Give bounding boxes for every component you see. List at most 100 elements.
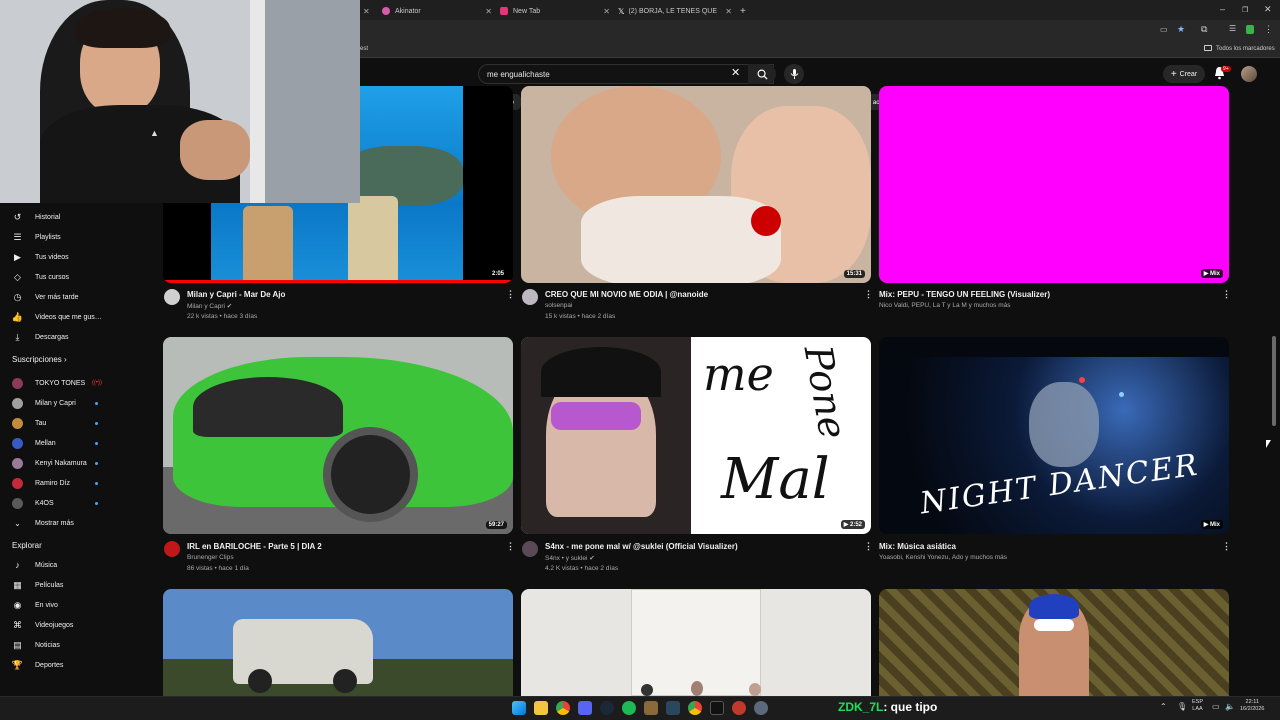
search-input[interactable]: me engualichaste — [478, 64, 774, 84]
browser-tab-new[interactable]: New Tab ✕ — [496, 2, 614, 20]
sidebar-item-descargas[interactable]: ⤓ Descargas — [0, 327, 150, 347]
video-thumbnail[interactable] — [521, 589, 871, 696]
cast-icon[interactable]: ▭ — [1160, 25, 1168, 34]
language-indicator[interactable]: ESP LAA — [1192, 699, 1203, 713]
search-button[interactable] — [748, 64, 776, 84]
video-thumbnail[interactable]: 59:27 — [163, 337, 513, 534]
akinator-favicon-icon — [382, 7, 390, 15]
browser-tab-x[interactable]: 𝕏 (2) BORJA, LE TENES QUE PEG… ✕ — [614, 2, 736, 20]
close-tab-icon[interactable]: ✕ — [485, 7, 492, 16]
channel-avatar[interactable] — [522, 289, 538, 305]
windows-start-icon[interactable] — [512, 701, 526, 715]
tray-chevron-icon[interactable]: ⌃ — [1160, 702, 1167, 711]
channel-name[interactable]: S4nx • y suklei ✔ — [545, 554, 595, 562]
volume-icon[interactable]: 🔈 — [1225, 702, 1235, 711]
tab-title: (2) BORJA, LE TENES QUE PEG… — [628, 7, 718, 15]
video-thumbnail[interactable]: NIGHT DANCER ▶ Mix — [879, 337, 1229, 534]
menu-list-icon[interactable]: ☰ — [1229, 24, 1236, 33]
voice-search-button[interactable] — [784, 64, 804, 84]
channel-avatar[interactable] — [164, 289, 180, 305]
network-icon[interactable]: ▭ — [1212, 702, 1220, 711]
chrome-active-icon[interactable] — [688, 701, 702, 715]
show-more-button[interactable]: ⌄ Mostrar más — [0, 513, 150, 533]
thumb-art — [749, 683, 761, 696]
close-window-button[interactable]: ✕ — [1264, 4, 1272, 15]
sidebar-subscription[interactable]: Mellan — [0, 433, 150, 453]
sidebar-subscription[interactable]: Ramiro Díz — [0, 473, 150, 493]
system-clock[interactable]: 22:11 16/2/2026 — [1240, 699, 1264, 713]
clear-search-icon[interactable]: ✕ — [731, 66, 740, 79]
channel-avatar[interactable] — [522, 541, 538, 557]
channel-name[interactable]: solsenpai — [545, 302, 572, 309]
video-title[interactable]: Mix: Música asiática — [879, 542, 956, 551]
sidebar-subscription[interactable]: Milan y Capri — [0, 393, 150, 413]
capcut-icon[interactable] — [710, 701, 724, 715]
sidebar-item-playlists[interactable]: ☰ Playlists — [0, 227, 150, 247]
sidebar-subscription[interactable]: Kenyi Nakamura — [0, 453, 150, 473]
user-avatar[interactable] — [1241, 66, 1257, 82]
extensions-icon[interactable]: ⧉ — [1201, 24, 1207, 35]
video-title[interactable]: S4nx - me pone mal w/ @suklei (Official … — [545, 542, 738, 551]
sidebar-item-ver-m-s-tarde[interactable]: ◷ Ver más tarde — [0, 287, 150, 307]
maximize-button[interactable]: ❐ — [1242, 6, 1248, 14]
video-menu-icon[interactable]: ⋮ — [864, 541, 873, 552]
video-menu-icon[interactable]: ⋮ — [1222, 541, 1231, 552]
sidebar-item-explore[interactable]: ♪ Música — [0, 555, 150, 575]
sidebar-item-explore[interactable]: ⌘ Videojuegos — [0, 615, 150, 635]
new-tab-button[interactable]: + — [736, 2, 750, 20]
video-thumbnail[interactable]: ▶ Mix — [879, 86, 1229, 283]
sidebar-item-label: Música — [35, 561, 58, 569]
video-title[interactable]: IRL en BARILOCHE - Parte 5 | DIA 2 — [187, 542, 322, 551]
extension-shield-icon[interactable] — [1246, 25, 1254, 34]
file-explorer-icon[interactable] — [534, 701, 548, 715]
video-title[interactable]: CREO QUE MI NOVIO ME ODIA | @nanoide — [545, 290, 708, 299]
bookmark-star-icon[interactable]: ★ — [1177, 24, 1185, 35]
sidebar-item-explore[interactable]: 🏆 Deportes — [0, 655, 150, 675]
sidebar-item-tus-cursos[interactable]: ◇ Tus cursos — [0, 267, 150, 287]
channel-name[interactable]: Milan y Capri ✔ — [187, 302, 232, 310]
sidebar-item-videos-que-me-gus-[interactable]: 👍 Videos que me gus… — [0, 307, 150, 327]
video-thumbnail[interactable]: 15:31 — [521, 86, 871, 283]
video-thumbnail[interactable] — [163, 589, 513, 696]
page-scrollbar[interactable] — [1272, 336, 1276, 426]
close-tab-icon[interactable]: ✕ — [603, 7, 610, 16]
video-title[interactable]: Milan y Capri - Mar De Ajo — [187, 290, 285, 299]
channel-avatar[interactable] — [164, 541, 180, 557]
all-bookmarks-link[interactable]: Todos los marcadores — [1216, 46, 1275, 52]
video-menu-icon[interactable]: ⋮ — [506, 541, 515, 552]
create-button[interactable]: + Crear — [1163, 65, 1205, 83]
discord-icon[interactable] — [578, 701, 592, 715]
close-tab-icon[interactable]: ✕ — [725, 7, 732, 16]
sidebar-item-explore[interactable]: ◉ En vivo — [0, 595, 150, 615]
steam-alt-icon[interactable] — [666, 701, 680, 715]
sidebar-subscription[interactable]: Tau — [0, 413, 150, 433]
video-menu-icon[interactable]: ⋮ — [506, 289, 515, 300]
channel-name-text: Milan y Capri — [187, 303, 225, 310]
sidebar-item-explore[interactable]: ▦ Películas — [0, 575, 150, 595]
video-thumbnail[interactable]: me Pone Mal ▶ 2:52 — [521, 337, 871, 534]
chrome-menu-icon[interactable]: ⋮ — [1264, 24, 1273, 35]
video-menu-icon[interactable]: ⋮ — [864, 289, 873, 300]
app-icon[interactable] — [732, 701, 746, 715]
subscriptions-heading[interactable]: Suscripciones › — [12, 355, 67, 364]
chrome-icon[interactable] — [556, 701, 570, 715]
steam-icon[interactable] — [600, 701, 614, 715]
video-title[interactable]: Mix: PEPU - TENGO UN FEELING (Visualizer… — [879, 290, 1050, 299]
channel-name[interactable]: Brunenger Clips — [187, 554, 234, 561]
spotify-icon[interactable] — [622, 701, 636, 715]
mic-tray-icon[interactable]: 🎙 — [1177, 702, 1187, 711]
thumb-art — [1079, 377, 1085, 383]
video-thumbnail[interactable] — [879, 589, 1229, 696]
sidebar-item-historial[interactable]: ↺ Historial — [0, 207, 150, 227]
sidebar-subscription[interactable]: K4OS — [0, 493, 150, 513]
sidebar-item-explore[interactable]: ▤ Noticias — [0, 635, 150, 655]
close-tab-icon[interactable]: ✕ — [363, 7, 370, 16]
settings-icon[interactable] — [754, 701, 768, 715]
browser-tab-akinator[interactable]: Akinator ✕ — [378, 2, 496, 20]
app-icon[interactable] — [644, 701, 658, 715]
video-menu-icon[interactable]: ⋮ — [1222, 289, 1231, 300]
sidebar-item-tus-videos[interactable]: ▶ Tus videos — [0, 247, 150, 267]
sidebar: ↺ Historial ☰ Playlists ▶ Tus videos ◇ Tus curs… — [0, 205, 150, 695]
minimize-button[interactable]: – — [1220, 4, 1225, 14]
sidebar-subscription[interactable]: TOKYO TONES ((•)) — [0, 373, 150, 393]
